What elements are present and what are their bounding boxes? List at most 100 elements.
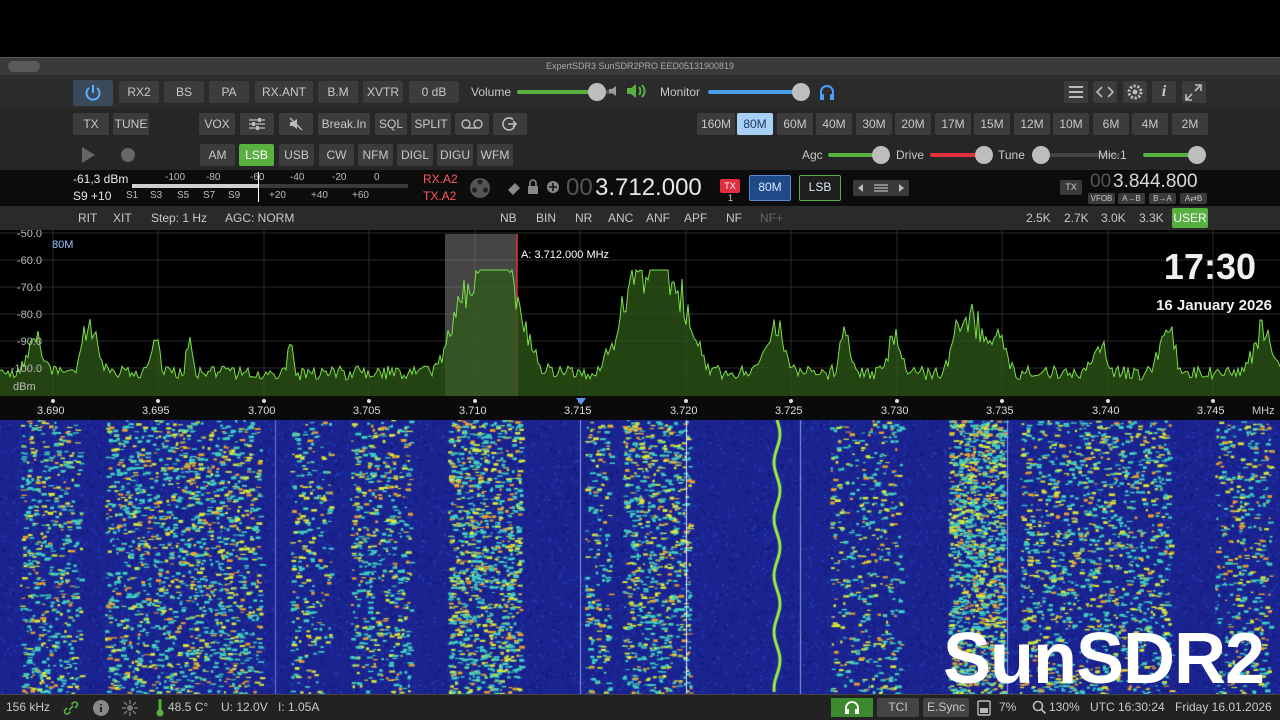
- mode-cw[interactable]: CW: [319, 144, 354, 166]
- frequency-axis[interactable]: 3.690 3.695 3.700 3.705 3.710 3.715 3.720 3.725…: [0, 396, 1280, 420]
- lock-icon[interactable]: [527, 179, 539, 195]
- dsp-anf[interactable]: ANF: [646, 211, 670, 225]
- vfoa-mode-badge[interactable]: LSB: [799, 175, 841, 201]
- band-17m[interactable]: 17M: [935, 113, 971, 135]
- agc-slider-knob[interactable]: [872, 146, 890, 164]
- eraser-icon[interactable]: [506, 180, 522, 196]
- vfo-step-control[interactable]: [853, 180, 909, 196]
- info-button[interactable]: i: [1152, 81, 1176, 103]
- drive-slider-knob[interactable]: [975, 146, 993, 164]
- dsp-bin[interactable]: BIN: [536, 211, 556, 225]
- sun-icon[interactable]: [121, 699, 139, 717]
- band-12m[interactable]: 12M: [1014, 113, 1050, 135]
- mode-usb[interactable]: USB: [279, 144, 314, 166]
- band-80m[interactable]: 80M: [737, 113, 773, 135]
- a-to-b-button[interactable]: A→B: [1118, 193, 1145, 204]
- plus-icon[interactable]: [546, 180, 560, 194]
- dsp-nb[interactable]: NB: [500, 211, 517, 225]
- b-to-a-button[interactable]: B→A: [1149, 193, 1176, 204]
- vfoa-frequency[interactable]: 3.712.000: [595, 174, 702, 202]
- mode-digl[interactable]: DIGL: [397, 144, 433, 166]
- freq-tick-mark: [473, 399, 477, 403]
- band-60m[interactable]: 60M: [777, 113, 813, 135]
- fullscreen-button[interactable]: [1182, 81, 1206, 103]
- play-icon[interactable]: [80, 146, 96, 164]
- record-dot-icon[interactable]: [120, 147, 136, 163]
- overlay-clock: 17:30: [1163, 246, 1256, 287]
- freq-tick-label: 3.705: [353, 405, 381, 417]
- letterbox: [0, 0, 1280, 57]
- tx-button[interactable]: TX: [73, 113, 109, 135]
- dsp-apf[interactable]: APF: [684, 211, 707, 225]
- agc-selector[interactable]: AGC: NORM: [225, 211, 294, 225]
- break-in-button[interactable]: Break.In: [318, 113, 370, 135]
- esync-button[interactable]: E.Sync: [923, 698, 969, 717]
- step-selector[interactable]: Step: 1 Hz: [151, 211, 207, 225]
- tune-button[interactable]: TUNE: [113, 113, 149, 135]
- swap-ab-button[interactable]: A⇄B: [1180, 193, 1207, 204]
- vfoa-band-badge[interactable]: 80M: [749, 175, 791, 201]
- vfob-frequency[interactable]: 3.844.800: [1113, 171, 1198, 193]
- rx-marker-label: A: 3.712.000 MHz: [521, 249, 610, 261]
- band-10m[interactable]: 10M: [1053, 113, 1089, 135]
- menu-button[interactable]: [1064, 81, 1088, 103]
- tci-button[interactable]: TCI: [877, 698, 919, 717]
- pa-button[interactable]: PA: [209, 81, 249, 103]
- record-button[interactable]: [455, 113, 489, 135]
- band-160m[interactable]: 160M: [697, 113, 735, 135]
- band-40m[interactable]: 40M: [816, 113, 852, 135]
- mute-speaker-icon[interactable]: [607, 84, 621, 98]
- band-6m[interactable]: 6M: [1093, 113, 1129, 135]
- spectrum-db-label: -70.0: [17, 282, 42, 294]
- band-30m[interactable]: 30M: [856, 113, 892, 135]
- xvtr-button[interactable]: XVTR: [363, 81, 403, 103]
- mode-nfm[interactable]: NFM: [358, 144, 393, 166]
- sql-button[interactable]: SQL: [375, 113, 407, 135]
- band-4m[interactable]: 4M: [1132, 113, 1168, 135]
- eq-button[interactable]: [240, 113, 274, 135]
- filter-user[interactable]: USER: [1172, 208, 1208, 228]
- filter-3-0k[interactable]: 3.0K: [1101, 211, 1126, 225]
- rit-button[interactable]: RIT: [78, 211, 97, 225]
- headphones-icon[interactable]: [818, 83, 836, 101]
- expand-icon: [1185, 84, 1202, 101]
- vfo-knob-icon[interactable]: [468, 176, 492, 200]
- speaker-volume-icon[interactable]: [625, 82, 647, 100]
- playback-button[interactable]: [493, 113, 527, 135]
- split-button[interactable]: SPLIT: [411, 113, 451, 135]
- spectrum-panel[interactable]: -50.0 -60.0 -70.0 -80.0 -90.0 -100.0 80M dBm …: [0, 230, 1280, 396]
- filter-3-3k[interactable]: 3.3K: [1139, 211, 1164, 225]
- bs-button[interactable]: BS: [164, 81, 204, 103]
- volume-slider-knob[interactable]: [588, 83, 606, 101]
- link-icon[interactable]: [63, 701, 79, 715]
- info-circle-icon[interactable]: [92, 699, 110, 717]
- settings-button[interactable]: [1123, 81, 1147, 103]
- filter-2-5k[interactable]: 2.5K: [1026, 211, 1051, 225]
- mode-am[interactable]: AM: [200, 144, 235, 166]
- power-button[interactable]: [73, 80, 113, 106]
- mic-mute-button[interactable]: [279, 113, 313, 135]
- headset-status[interactable]: [831, 698, 873, 717]
- dsp-nr[interactable]: NR: [575, 211, 592, 225]
- dsp-anc[interactable]: ANC: [608, 211, 633, 225]
- code-button[interactable]: [1093, 81, 1117, 103]
- mode-wfm[interactable]: WFM: [477, 144, 513, 166]
- attenuator-button[interactable]: 0 dB: [409, 81, 459, 103]
- tune-slider-knob[interactable]: [1032, 146, 1050, 164]
- vox-button[interactable]: VOX: [199, 113, 235, 135]
- mode-digu[interactable]: DIGU: [437, 144, 473, 166]
- monitor-slider-knob[interactable]: [792, 83, 810, 101]
- band-2m[interactable]: 2M: [1172, 113, 1208, 135]
- vfob-button[interactable]: VFOB: [1088, 193, 1115, 204]
- rx-ant-button[interactable]: RX.ANT: [255, 81, 313, 103]
- dsp-nf-plus[interactable]: NF+: [760, 211, 783, 225]
- band-15m[interactable]: 15M: [974, 113, 1010, 135]
- filter-2-7k[interactable]: 2.7K: [1064, 211, 1089, 225]
- band-20m[interactable]: 20M: [895, 113, 931, 135]
- rx2-button[interactable]: RX2: [119, 81, 159, 103]
- mode-lsb[interactable]: LSB: [239, 144, 274, 166]
- mic-slider-knob[interactable]: [1188, 146, 1206, 164]
- xit-button[interactable]: XIT: [113, 211, 132, 225]
- bm-button[interactable]: B.M: [318, 81, 358, 103]
- dsp-nf[interactable]: NF: [726, 211, 742, 225]
